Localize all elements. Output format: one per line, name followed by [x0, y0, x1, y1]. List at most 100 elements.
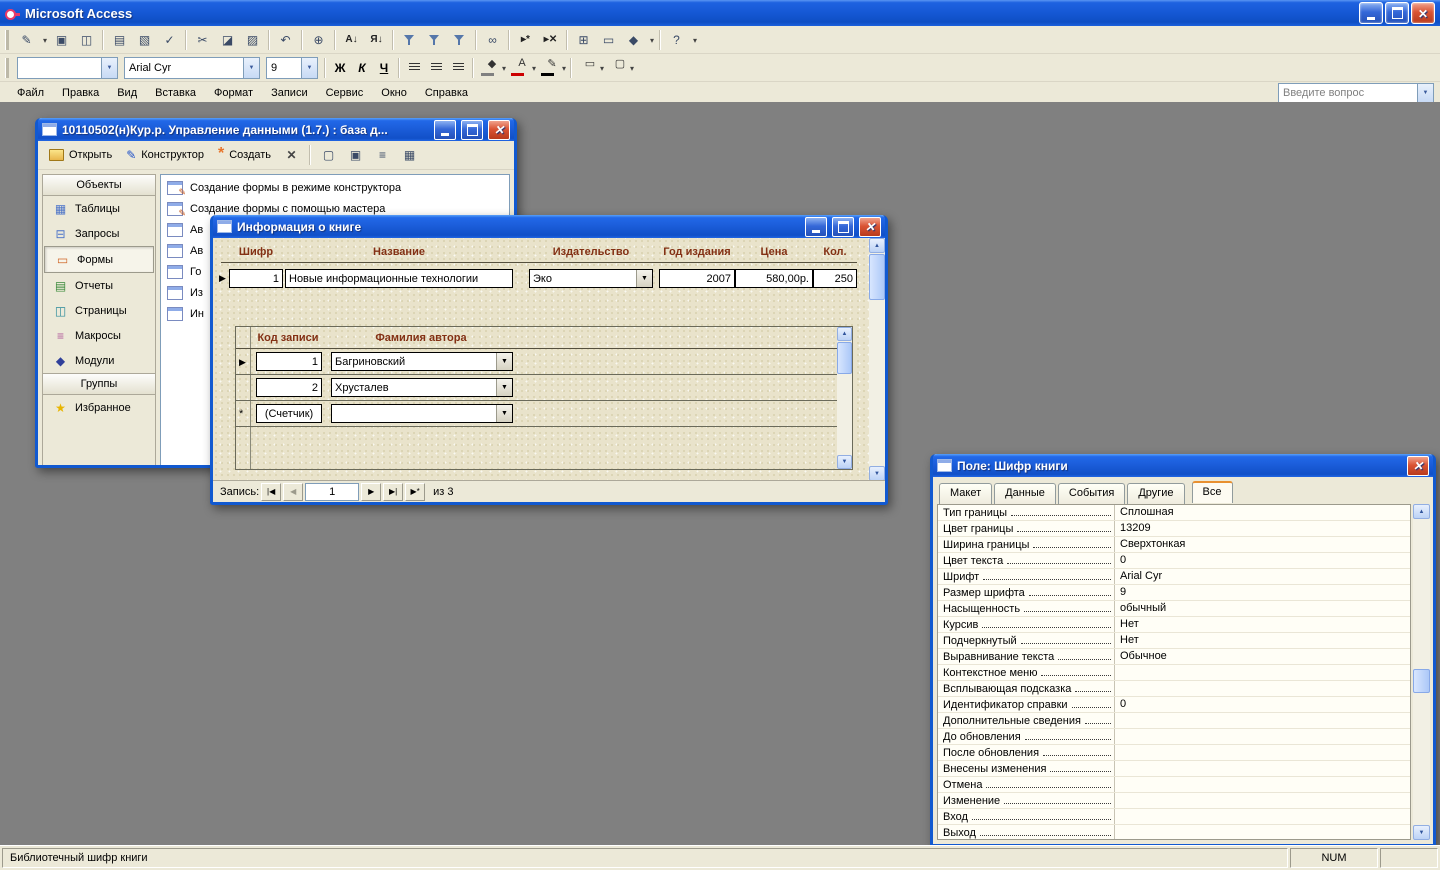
menu-help[interactable]: Справка — [416, 84, 477, 102]
subform-author-combo[interactable]: Багриновский — [331, 352, 513, 371]
apply-filter-button[interactable] — [447, 28, 472, 52]
property-value[interactable]: Нет — [1114, 633, 1410, 648]
last-record-button[interactable]: ▶| — [383, 483, 403, 501]
property-row[interactable]: Контекстное меню — [938, 665, 1410, 681]
property-row[interactable]: ШрифтArial Cyr — [938, 569, 1410, 585]
details-view-button[interactable]: ▦ — [397, 143, 422, 167]
property-value[interactable]: Нет — [1114, 617, 1410, 632]
property-value[interactable]: Arial Cyr — [1114, 569, 1410, 584]
property-row[interactable]: После обновления — [938, 745, 1410, 761]
property-row[interactable]: Тип границыСплошная — [938, 505, 1410, 521]
scroll-down-button[interactable] — [1413, 825, 1430, 840]
menu-insert[interactable]: Вставка — [146, 84, 205, 102]
subform-author-combo[interactable] — [331, 404, 513, 423]
chevron-down-icon[interactable] — [636, 270, 652, 287]
db-maximize-button[interactable] — [461, 120, 483, 140]
properties-scrollbar[interactable] — [1413, 504, 1430, 840]
property-row[interactable]: Внесены изменения — [938, 761, 1410, 777]
property-row[interactable]: Ширина границыСверхтонкая — [938, 537, 1410, 553]
create-button[interactable]: Создать — [212, 146, 277, 164]
sort-ascending-button[interactable]: А↓ — [339, 28, 364, 52]
object-selector-combo[interactable] — [17, 57, 118, 79]
scroll-down-button[interactable] — [837, 455, 852, 469]
hyperlink-button[interactable]: ⊕ — [306, 28, 331, 52]
scrollbar-thumb[interactable] — [1413, 669, 1430, 693]
copy-button[interactable]: ◪ — [215, 28, 240, 52]
list-item[interactable]: Создание формы в режиме конструктора — [161, 177, 509, 198]
property-value[interactable] — [1114, 665, 1410, 680]
property-value[interactable]: Обычное — [1114, 649, 1410, 664]
sidebar-item-favorites[interactable]: ★Избранное — [43, 395, 155, 420]
menu-tools[interactable]: Сервис — [317, 84, 373, 102]
price-field[interactable]: 580,00р. — [735, 269, 813, 288]
toolbar-grip[interactable] — [5, 30, 9, 50]
property-value[interactable]: обычный — [1114, 601, 1410, 616]
subform-author-combo[interactable]: Хрусталев — [331, 378, 513, 397]
menu-edit[interactable]: Правка — [53, 84, 108, 102]
publisher-combo[interactable]: Эко — [529, 269, 653, 288]
property-value[interactable]: 0 — [1114, 697, 1410, 712]
sidebar-item-macros[interactable]: ≡Макросы — [43, 323, 155, 348]
ask-question-input[interactable]: Введите вопрос — [1278, 83, 1434, 103]
property-value[interactable]: Сверхтонкая — [1114, 537, 1410, 552]
sidebar-item-pages[interactable]: ◫Страницы — [43, 298, 155, 323]
small-icons-button[interactable]: ▣ — [343, 143, 368, 167]
current-record-input[interactable]: 1 — [305, 483, 359, 501]
name-field[interactable]: Новые информационные технологии — [285, 269, 513, 288]
property-row[interactable]: Цвет текста0 — [938, 553, 1410, 569]
sidebar-item-queries[interactable]: ⊟Запросы — [43, 221, 155, 246]
save-button[interactable]: ▣ — [49, 28, 74, 52]
minimize-button[interactable] — [1359, 2, 1383, 24]
menu-window[interactable]: Окно — [372, 84, 416, 102]
properties-window-titlebar[interactable]: Поле: Шифр книги — [933, 454, 1433, 477]
property-row[interactable]: Насыщенностьобычный — [938, 601, 1410, 617]
form-scrollbar[interactable] — [869, 238, 885, 481]
property-value[interactable] — [1114, 713, 1410, 728]
year-field[interactable]: 2007 — [659, 269, 735, 288]
property-row[interactable]: До обновления — [938, 729, 1410, 745]
sidebar-item-forms[interactable]: ▭Формы — [44, 246, 154, 273]
chevron-down-icon[interactable] — [496, 353, 512, 370]
scrollbar-thumb[interactable] — [837, 342, 852, 374]
database-window-titlebar[interactable]: 10110502(н)Кур.р. Управление данными (1.… — [38, 118, 514, 141]
delete-object-button[interactable] — [279, 143, 304, 167]
property-row[interactable]: Выход — [938, 825, 1410, 840]
sidebar-item-reports[interactable]: ▤Отчеты — [43, 273, 155, 298]
new-object-button[interactable]: ◆ — [621, 28, 656, 52]
subform-id-field[interactable]: 1 — [256, 352, 322, 371]
property-value[interactable] — [1114, 745, 1410, 760]
line-color-button[interactable]: ✎ — [537, 57, 567, 79]
align-left-button[interactable] — [403, 57, 425, 79]
subform-scrollbar[interactable] — [837, 327, 852, 469]
property-value[interactable] — [1114, 825, 1410, 840]
restore-button[interactable] — [1385, 2, 1409, 24]
new-record-button[interactable]: ▶* — [405, 483, 425, 501]
design-button[interactable]: Конструктор — [120, 145, 210, 165]
tab-events[interactable]: События — [1058, 483, 1125, 505]
sidebar-item-tables[interactable]: ▦Таблицы — [43, 196, 155, 221]
font-color-button[interactable]: А — [507, 57, 537, 79]
db-minimize-button[interactable] — [434, 120, 456, 140]
menu-file[interactable]: Файл — [8, 84, 53, 102]
scroll-up-button[interactable] — [1413, 504, 1430, 519]
file-search-button[interactable]: ◫ — [74, 28, 99, 52]
property-row[interactable]: Выравнивание текстаОбычное — [938, 649, 1410, 665]
property-value[interactable]: 9 — [1114, 585, 1410, 600]
code-field[interactable]: 1 — [229, 269, 283, 288]
properties-button[interactable]: ▭ — [596, 28, 621, 52]
print-preview-button[interactable]: ▧ — [132, 28, 157, 52]
new-record-button[interactable]: ▸* — [513, 28, 538, 52]
menu-records[interactable]: Записи — [262, 84, 317, 102]
scrollbar-thumb[interactable] — [869, 254, 885, 300]
align-right-button[interactable] — [447, 57, 469, 79]
underline-button[interactable]: Ч — [373, 57, 395, 79]
font-combo[interactable]: Arial Cyr — [124, 57, 260, 79]
subform-id-field[interactable]: 2 — [256, 378, 322, 397]
tab-other[interactable]: Другие — [1127, 483, 1184, 505]
scroll-up-button[interactable] — [837, 327, 852, 341]
cut-button[interactable]: ✂ — [190, 28, 215, 52]
toolbar-grip[interactable] — [5, 58, 9, 78]
tab-data[interactable]: Данные — [994, 483, 1056, 505]
align-center-button[interactable] — [425, 57, 447, 79]
line-width-button[interactable]: ▭ — [575, 57, 605, 79]
